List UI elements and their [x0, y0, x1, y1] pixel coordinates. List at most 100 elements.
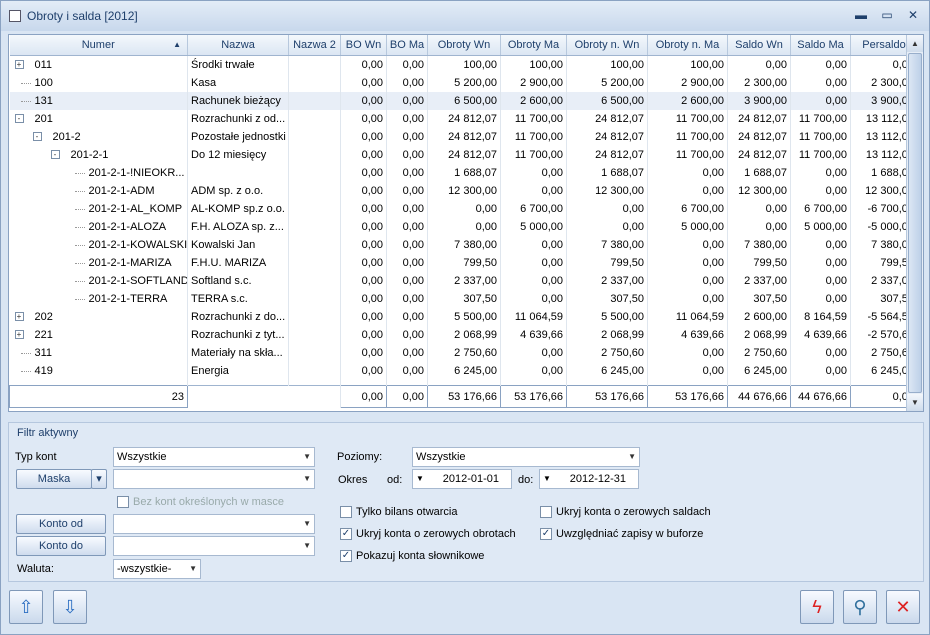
amount-cell: 12 300,00 [727, 181, 791, 200]
arrow-down-icon[interactable]: ⇩ [53, 590, 87, 624]
amount-cell: 307,50 [427, 289, 501, 308]
uwzgledniac-bufor-checkbox[interactable]: ✓ Uwzględniać zapisy w buforze [540, 528, 703, 540]
account-number: 011 [34, 58, 53, 71]
pokazuj-slownikowe-checkbox[interactable]: ✓ Pokazuj konta słownikowe [340, 550, 484, 562]
close-icon[interactable]: ✕ [886, 590, 920, 624]
table-row[interactable]: 201-2-1-ALOZA F.H. ALOZA sp. z... 0,00 0,00… [9, 217, 918, 236]
table-row[interactable]: 100 Kasa 0,00 0,00 5 200,00 2 900,00 5 200,00 2… [9, 73, 918, 92]
expand-icon[interactable]: + [14, 329, 24, 339]
typ-kont-select[interactable]: Wszystkie ▼ [113, 447, 315, 467]
table-row[interactable]: 201-2-1-MARIZA F.H.U. MARIZA 0,00 0,00 799,5… [9, 253, 918, 272]
scroll-thumb[interactable] [908, 53, 922, 393]
table-row[interactable]: -201-2-1 Do 12 miesięcy 0,00 0,00 24 812,07 1… [9, 145, 918, 164]
total-cell: 53 176,66 [647, 385, 728, 408]
table-row[interactable]: 201-2-1-KOWALSKI Kowalski Jan 0,00 0,00 7 38… [9, 235, 918, 254]
scroll-up-button[interactable]: ▲ [907, 35, 923, 52]
okres-od-date[interactable]: ▼ 2012-01-01 [412, 469, 512, 489]
column-header[interactable]: Obroty Wn [427, 35, 501, 56]
grid-vertical-scrollbar[interactable]: ▲ ▼ [906, 35, 923, 411]
column-header[interactable]: Saldo Ma [790, 35, 851, 56]
account-name2-cell [288, 271, 341, 290]
maska-input[interactable]: ▼ [113, 469, 315, 489]
account-name-cell: Rozrachunki z od... [187, 109, 289, 128]
table-row[interactable]: 419 Energia 0,00 0,00 6 245,00 0,00 6 245,00 0,… [9, 361, 918, 380]
amount-cell: 7 380,00 [566, 235, 648, 254]
table-row[interactable]: -201 Rozrachunki z od... 0,00 0,00 24 812,07… [9, 109, 918, 128]
konto-do-input[interactable]: ▼ [113, 536, 315, 556]
column-header[interactable]: Nazwa [187, 35, 289, 56]
expand-icon[interactable]: + [14, 311, 24, 321]
amount-cell: 0,00 [386, 271, 428, 290]
collapse-icon[interactable]: - [32, 131, 42, 141]
bez-kont-checkbox[interactable]: Bez kont określonych w masce [117, 496, 284, 508]
poziomy-select[interactable]: Wszystkie ▼ [412, 447, 640, 467]
amount-cell: 2 600,00 [647, 91, 728, 110]
konto-od-input[interactable]: ▼ [113, 514, 315, 534]
table-row[interactable]: 131 Rachunek bieżący 0,00 0,00 6 500,00 2 600… [9, 91, 918, 110]
accounts-grid[interactable]: Numer ▲ Nazwa Nazwa 2 BO Wn BO Ma Obroty Wn Obr… [8, 34, 924, 412]
account-number-cell: 201-2-1-MARIZA [9, 253, 188, 272]
konto-od-button[interactable]: Konto od [16, 514, 106, 534]
maska-dropdown-button[interactable]: ▾ [91, 469, 107, 489]
collapse-icon[interactable]: - [14, 113, 24, 123]
lightning-icon[interactable]: ϟ [800, 590, 834, 624]
tree-line [20, 352, 31, 354]
magnifier-icon[interactable]: ⚲ [843, 590, 877, 624]
amount-cell: 2 337,00 [427, 271, 501, 290]
collapse-icon[interactable]: - [50, 149, 60, 159]
account-name2-cell [288, 325, 341, 344]
okres-do-date[interactable]: ▼ 2012-12-31 [539, 469, 639, 489]
table-row[interactable]: +202 Rozrachunki z do... 0,00 0,00 5 500,00 1… [9, 307, 918, 326]
expand-icon[interactable]: + [14, 59, 24, 69]
column-header[interactable]: BO Wn [340, 35, 387, 56]
amount-cell: 12 300,00 [427, 181, 501, 200]
ukryj-zerowe-obroty-checkbox[interactable]: ✓ Ukryj konta o zerowych obrotach [340, 528, 516, 540]
account-name2-cell [288, 235, 341, 254]
amount-cell: 0,00 [386, 181, 428, 200]
okres-label: Okres [338, 474, 368, 486]
table-row[interactable]: 201-2-1-!NIEOKR... 0,00 0,00 1 688,07 0,00 1 … [9, 163, 918, 182]
column-header[interactable]: Nazwa 2 [288, 35, 341, 56]
amount-cell: 0,00 [790, 271, 851, 290]
konto-do-button[interactable]: Konto do [16, 536, 106, 556]
od-label: od: [387, 474, 403, 486]
table-row[interactable]: +011 Środki trwałe 0,00 0,00 100,00 100,00 100… [9, 55, 918, 74]
table-row[interactable]: 201-2-1-SOFTLAND Softland s.c. 0,00 0,00 2 3… [9, 271, 918, 290]
table-row[interactable]: 201-2-1-TERRA TERRA s.c. 0,00 0,00 307,50 0,0… [9, 289, 918, 308]
column-header[interactable]: BO Ma [386, 35, 428, 56]
amount-cell: 0,00 [500, 235, 567, 254]
amount-cell: 0,00 [386, 145, 428, 164]
column-header[interactable]: Obroty Ma [500, 35, 567, 56]
typ-kont-label: Typ kont [15, 451, 57, 463]
maska-button[interactable]: Maska [16, 469, 92, 489]
close-window-button[interactable]: ✕ [903, 7, 923, 23]
obroty-window: Obroty i salda [2012] ▬ ▭ ✕ Numer ▲ Nazwa N… [0, 0, 930, 635]
amount-cell: 0,00 [340, 73, 387, 92]
column-header[interactable]: Saldo Wn [727, 35, 791, 56]
waluta-select[interactable]: -wszystkie- ▼ [113, 559, 201, 579]
table-row[interactable]: 311 Materiały na skła... 0,00 0,00 2 750,60 0… [9, 343, 918, 362]
table-row[interactable]: -201-2 Pozostałe jednostki 0,00 0,00 24 812,… [9, 127, 918, 146]
scroll-down-button[interactable]: ▼ [907, 394, 923, 411]
tylko-bilans-checkbox[interactable]: Tylko bilans otwarcia [340, 506, 458, 518]
tree-line [20, 82, 31, 84]
minimize-button[interactable]: ▬ [851, 7, 871, 23]
amount-cell: 0,00 [340, 289, 387, 308]
table-row[interactable]: 201-2-1-ADM ADM sp. z o.o. 0,00 0,00 12 300,… [9, 181, 918, 200]
maximize-button[interactable]: ▭ [877, 7, 897, 23]
total-cell: 44 676,66 [790, 385, 851, 408]
total-cell: 0,00 [386, 385, 428, 408]
account-number: 201-2 [52, 130, 81, 143]
column-header[interactable]: Obroty n. Ma [647, 35, 728, 56]
amount-cell: 0,00 [500, 289, 567, 308]
ukryj-zerowe-salda-checkbox[interactable]: Ukryj konta o zerowych saldach [540, 506, 711, 518]
column-header[interactable]: Obroty n. Wn [566, 35, 648, 56]
account-name-cell [187, 163, 289, 182]
table-row[interactable]: 201-2-1-AL_KOMP AL-KOMP sp.z o.o. 0,00 0,00… [9, 199, 918, 218]
account-name-cell: AL-KOMP sp.z o.o. [187, 199, 289, 218]
account-name2-cell [288, 307, 341, 326]
table-row[interactable]: +221 Rozrachunki z tyt... 0,00 0,00 2 068,99… [9, 325, 918, 344]
amount-cell: 2 068,99 [727, 325, 791, 344]
column-header[interactable]: Numer ▲ [9, 35, 188, 56]
arrow-up-icon[interactable]: ⇧ [9, 590, 43, 624]
